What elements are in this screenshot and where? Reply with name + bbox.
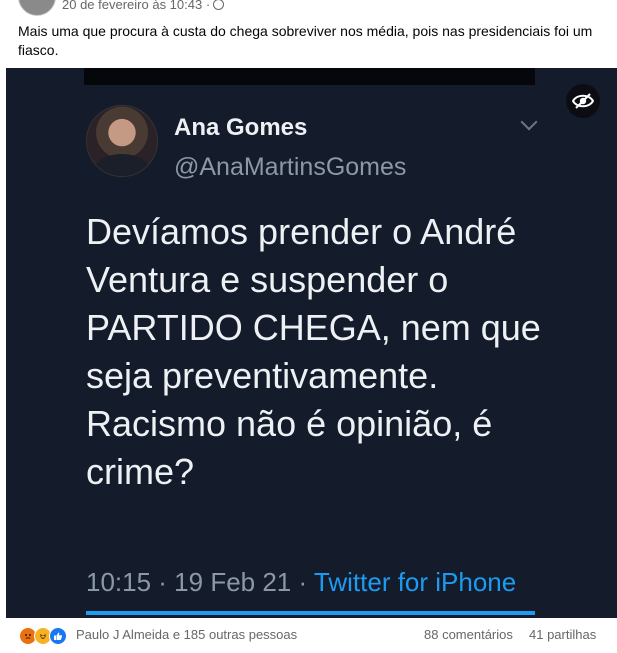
reactors-link[interactable]: Paulo J Almeida e 185 outras pessoas bbox=[76, 627, 297, 642]
post-image[interactable]: Ana Gomes @AnaMartinsGomes Devíamos pren… bbox=[6, 68, 617, 618]
globe-icon bbox=[213, 0, 225, 11]
reaction-icons[interactable] bbox=[19, 627, 67, 645]
tweet-author-handle: @AnaMartinsGomes bbox=[174, 153, 407, 181]
tweet-meta: 10:15 · 19 Feb 21 · Twitter for iPhone bbox=[86, 567, 516, 598]
image-top-stripe bbox=[84, 68, 535, 85]
chevron-down-icon bbox=[520, 113, 538, 131]
visibility-button[interactable] bbox=[566, 84, 600, 118]
shares-link[interactable]: 41 partilhas bbox=[529, 627, 596, 642]
post-header: 20 de fevereiro às 10:43 · bbox=[0, 0, 617, 20]
post-footer: Paulo J Almeida e 185 outras pessoas 88 … bbox=[0, 618, 617, 653]
comments-link[interactable]: 88 comentários bbox=[424, 627, 513, 642]
post-text: Mais uma que procura à custa do chega so… bbox=[18, 23, 593, 58]
like-reaction-icon bbox=[49, 627, 67, 645]
avatar[interactable] bbox=[18, 0, 56, 16]
tweet-author-name: Ana Gomes bbox=[174, 114, 308, 141]
tweet-time: 10:15 · 19 Feb 21 · bbox=[86, 567, 314, 597]
image-bottom-bar bbox=[86, 611, 535, 615]
post-timestamp[interactable]: 20 de fevereiro às 10:43 · bbox=[62, 0, 225, 12]
tweet-source: Twitter for iPhone bbox=[313, 567, 517, 597]
timestamp-text[interactable]: 20 de fevereiro às 10:43 · bbox=[62, 0, 210, 12]
visibility-icon bbox=[572, 93, 594, 109]
tweet-author-avatar bbox=[86, 105, 158, 177]
tweet-body: Devíamos prender o André Ventura e suspe… bbox=[86, 211, 541, 492]
